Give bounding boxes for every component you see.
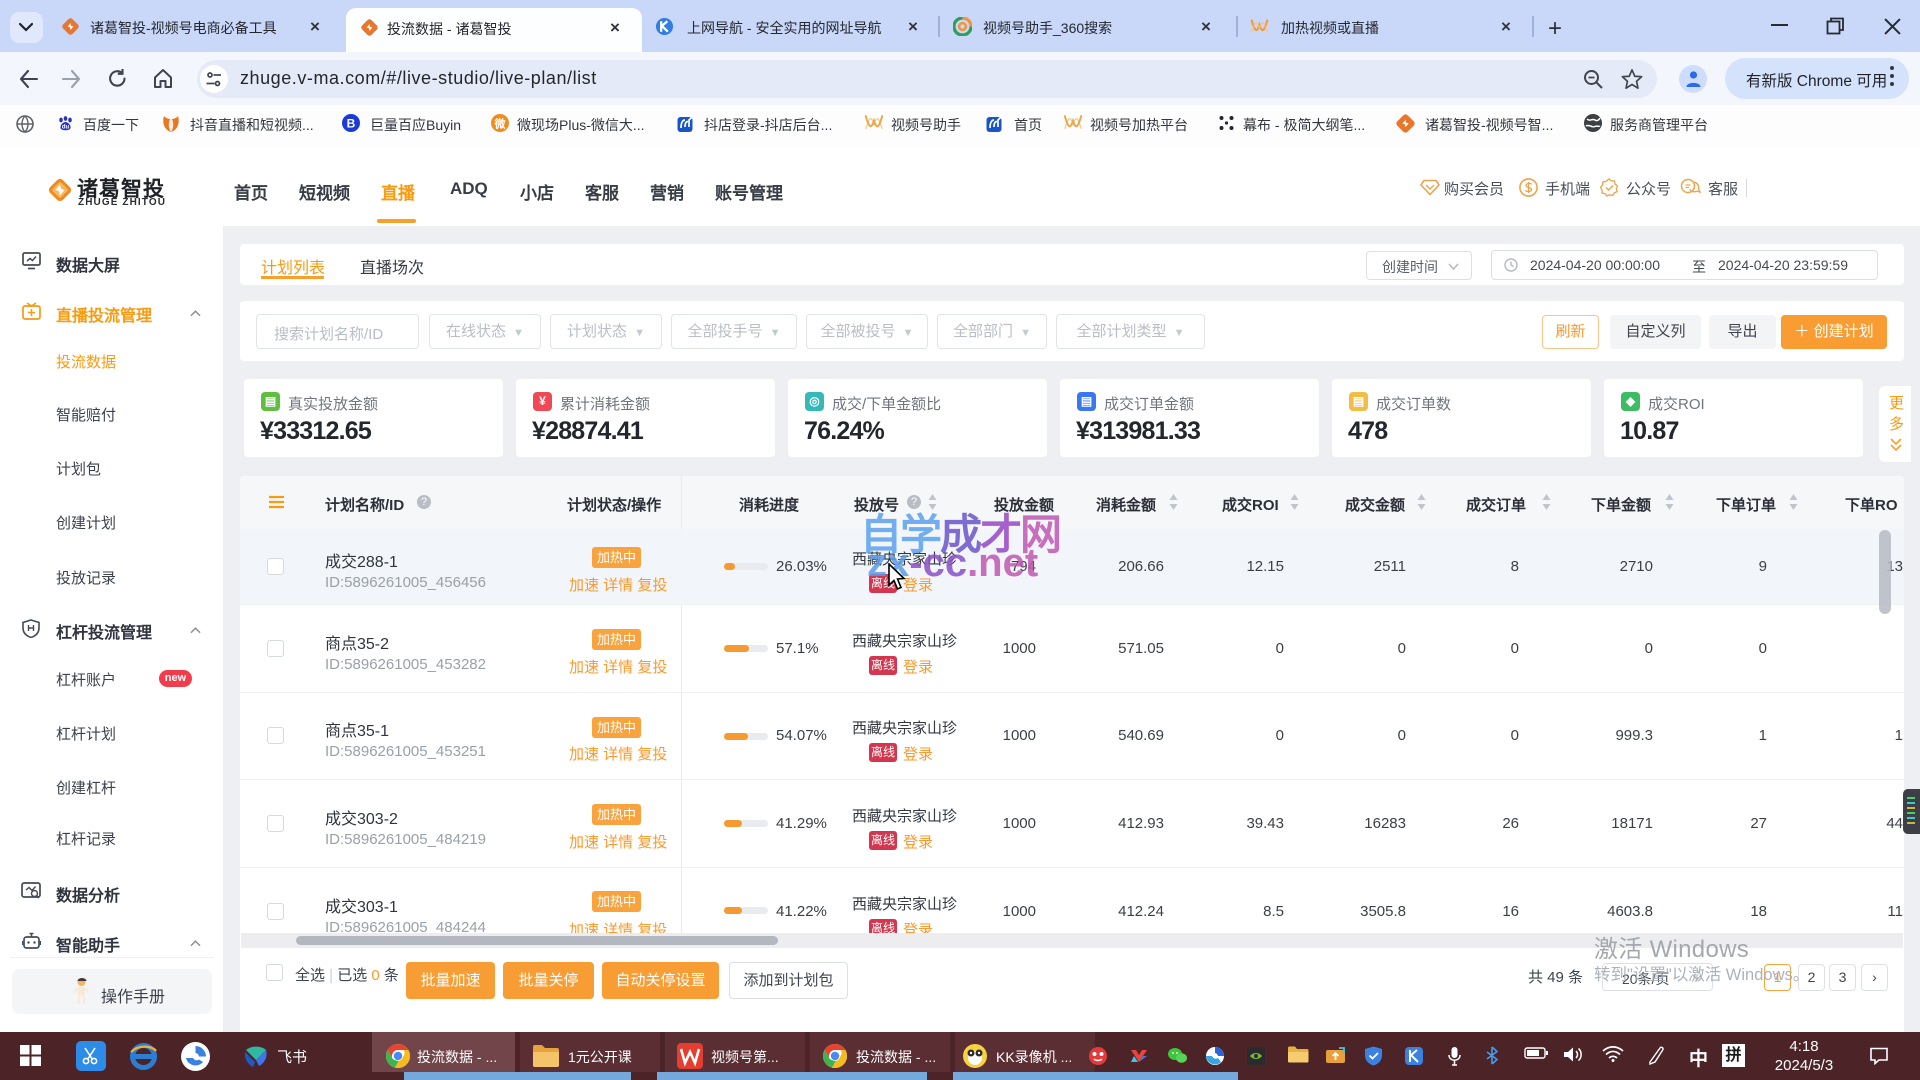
svg-text:du: du <box>62 125 70 131</box>
svg-text:微: 微 <box>494 117 507 131</box>
svg-text:B: B <box>347 117 356 131</box>
